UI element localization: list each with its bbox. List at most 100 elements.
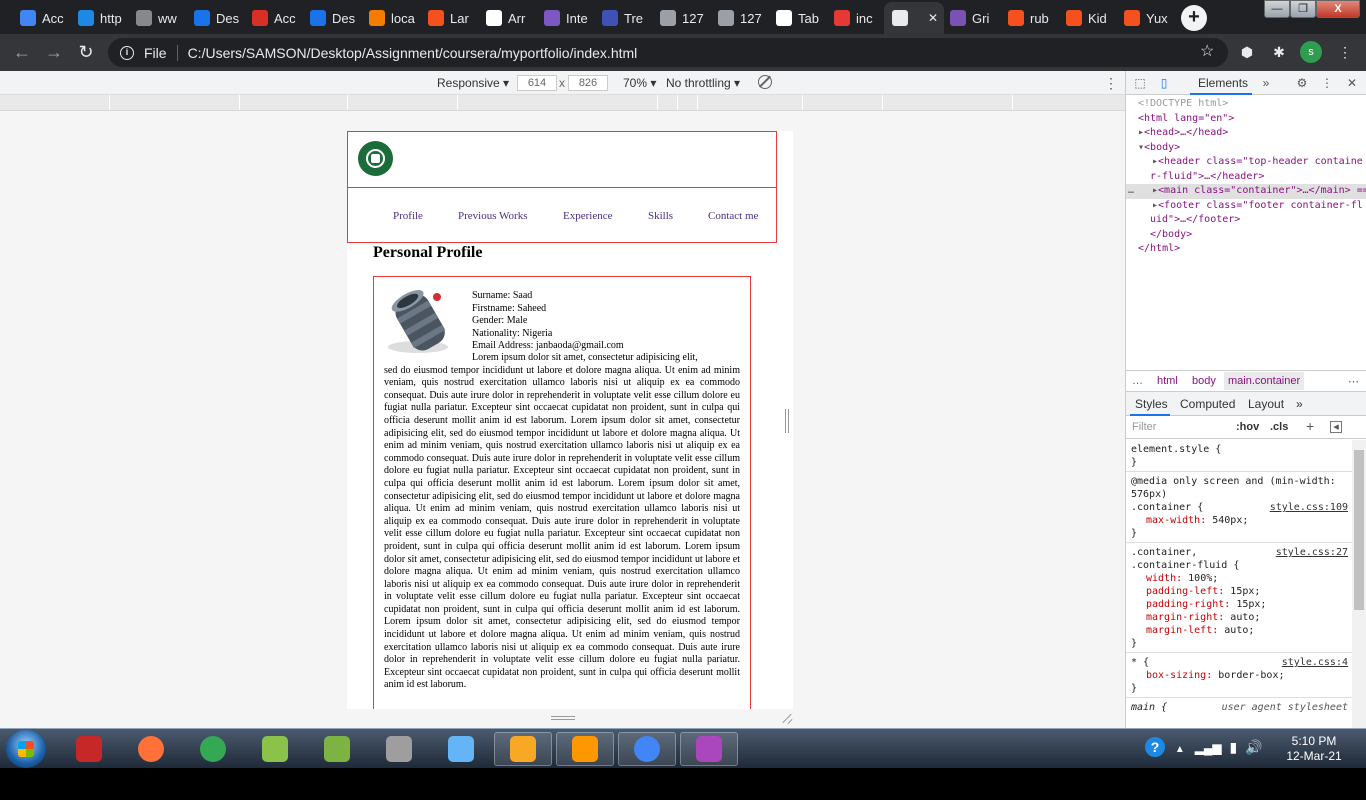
styles-scrollbar-thumb[interactable]: [1354, 450, 1364, 610]
media-query-segment[interactable]: [348, 95, 458, 110]
close-window-button[interactable]: X: [1316, 0, 1360, 18]
close-devtools-icon[interactable]: ✕: [1344, 75, 1360, 91]
breadcrumb-body[interactable]: body: [1192, 375, 1216, 387]
dom-header[interactable]: ▸<header class="top-header containe: [1126, 155, 1366, 170]
media-query-segment[interactable]: [458, 95, 658, 110]
media-query-segment[interactable]: [698, 95, 803, 110]
rule-source-link[interactable]: style.css:4: [1282, 656, 1348, 669]
browser-tab[interactable]: Kid: [1058, 2, 1116, 34]
rotate-disabled-icon[interactable]: [758, 75, 772, 89]
tab-styles[interactable]: Styles: [1135, 397, 1168, 411]
maximize-button[interactable]: ❐: [1290, 0, 1316, 18]
taskbar-app-sublime-text[interactable]: [556, 732, 614, 766]
breadcrumb-more[interactable]: …: [1132, 375, 1143, 387]
browser-tab[interactable]: Acc: [12, 2, 70, 34]
taskbar-app-virtualbox[interactable]: [432, 732, 490, 766]
device-toggle-icon[interactable]: ▯: [1156, 75, 1172, 91]
browser-tab[interactable]: Yux: [1116, 2, 1174, 34]
help-icon[interactable]: ?: [1145, 737, 1165, 757]
browser-tab[interactable]: Arr: [478, 2, 536, 34]
breadcrumb-overflow-icon[interactable]: ⋯: [1348, 375, 1359, 388]
browser-tab[interactable]: ww: [128, 2, 186, 34]
breadcrumb-html[interactable]: html: [1157, 375, 1178, 387]
viewport-width-input[interactable]: 614: [517, 75, 557, 91]
profile-avatar[interactable]: s: [1300, 41, 1322, 63]
media-query-segment[interactable]: [658, 95, 678, 110]
browser-tab[interactable]: inc: [826, 2, 884, 34]
reload-icon[interactable]: ↻: [72, 38, 100, 66]
rule-source-link[interactable]: style.css:109: [1270, 501, 1348, 514]
zoom-dropdown[interactable]: 70% ▾: [623, 76, 656, 90]
forward-arrow-icon[interactable]: →: [40, 38, 68, 66]
dom-body-close[interactable]: </body>: [1126, 228, 1366, 243]
start-button[interactable]: [6, 730, 46, 768]
new-tab-button[interactable]: +: [1181, 5, 1207, 31]
browser-tab[interactable]: 127: [652, 2, 710, 34]
extensions-puzzle-icon[interactable]: ✱: [1270, 43, 1288, 61]
volume-icon[interactable]: 🔊: [1245, 739, 1262, 755]
taskbar-clock[interactable]: 5:10 PM 12-Mar-21: [1274, 734, 1354, 764]
dom-body-open[interactable]: ▾<body>: [1126, 141, 1366, 156]
browser-tab[interactable]: Tab: [768, 2, 826, 34]
tab-computed[interactable]: Computed: [1180, 397, 1235, 411]
device-options-icon[interactable]: ⋮: [1104, 75, 1118, 92]
taskbar-app-file-explorer[interactable]: [494, 732, 552, 766]
css-property[interactable]: margin-left: auto;: [1131, 624, 1347, 637]
cls-toggle[interactable]: .cls: [1270, 421, 1288, 433]
tab-layout[interactable]: Layout: [1248, 397, 1284, 411]
taskbar-app-pen-tool[interactable]: [370, 732, 428, 766]
browser-tab[interactable]: Inte: [536, 2, 594, 34]
css-property[interactable]: box-sizing: border-box;: [1131, 669, 1347, 682]
browser-tab[interactable]: Des: [302, 2, 360, 34]
media-query-segment[interactable]: [240, 95, 348, 110]
taskbar-app-paint[interactable]: [680, 732, 738, 766]
computed-sidebar-icon[interactable]: ◂: [1330, 421, 1342, 433]
inspect-element-icon[interactable]: ⬚: [1132, 75, 1148, 91]
taskbar-app-utility[interactable]: [246, 732, 304, 766]
media-query-segment[interactable]: [803, 95, 883, 110]
dom-html-close[interactable]: </html>: [1126, 242, 1366, 257]
css-property[interactable]: margin-right: auto;: [1131, 611, 1347, 624]
browser-tab[interactable]: rub: [1000, 2, 1058, 34]
media-query-segment[interactable]: [883, 95, 1013, 110]
rule-main-ua[interactable]: main {user agent stylesheet: [1126, 698, 1352, 716]
css-property[interactable]: padding-left: 15px;: [1131, 585, 1347, 598]
browser-menu-icon[interactable]: ⋮: [1336, 43, 1354, 61]
css-property[interactable]: width: 100%;: [1131, 572, 1347, 585]
dom-footer[interactable]: ▸<footer class="footer container-fl: [1126, 199, 1366, 214]
media-query-segment[interactable]: [110, 95, 240, 110]
breadcrumb-main-container[interactable]: main.container: [1224, 372, 1305, 390]
dom-main-selected[interactable]: … ▸<main class="container">…</main> ==: [1126, 184, 1366, 199]
taskbar-app-chrome[interactable]: [184, 732, 242, 766]
device-resize-corner[interactable]: [781, 712, 793, 724]
battery-icon[interactable]: ▮: [1230, 739, 1238, 755]
taskbar-app-chameleon[interactable]: [308, 732, 366, 766]
rule-element-style[interactable]: element.style { }: [1126, 440, 1352, 472]
nav-link-previous-works[interactable]: Previous Works: [458, 210, 528, 222]
taskbar-app-firefox[interactable]: [122, 732, 180, 766]
device-mode-dropdown[interactable]: Responsive ▾: [437, 76, 509, 90]
dom-head[interactable]: ▸<head>…</head>: [1126, 126, 1366, 141]
media-query-segment[interactable]: [0, 95, 110, 110]
add-rule-icon[interactable]: +: [1306, 418, 1314, 434]
tray-expand-icon[interactable]: ▲: [1175, 744, 1185, 755]
css-property[interactable]: max-width: 540px;: [1131, 514, 1347, 527]
tab-elements[interactable]: Elements: [1198, 76, 1248, 90]
back-arrow-icon[interactable]: ←: [8, 38, 36, 66]
rule-container-media[interactable]: @media only screen and (min-width: 576px…: [1126, 472, 1352, 543]
browser-tab[interactable]: http: [70, 2, 128, 34]
browser-tab[interactable]: Lar: [420, 2, 478, 34]
close-tab-icon[interactable]: ✕: [928, 11, 938, 25]
address-bar[interactable]: i File C:/Users/SAMSON/Desktop/Assignmen…: [108, 38, 1228, 67]
taskbar-app-chrome-active[interactable]: [618, 732, 676, 766]
hov-toggle[interactable]: :hov: [1236, 421, 1259, 433]
nav-link-skills[interactable]: Skills: [648, 210, 673, 222]
nav-link-experience[interactable]: Experience: [563, 210, 612, 222]
site-logo[interactable]: [358, 141, 393, 176]
viewport-height-input[interactable]: 826: [568, 75, 608, 91]
settings-gear-icon[interactable]: ⚙: [1294, 75, 1310, 91]
css-property[interactable]: padding-right: 15px;: [1131, 598, 1347, 611]
browser-tab[interactable]: loca: [361, 2, 419, 34]
devtools-menu-icon[interactable]: ⋮: [1319, 75, 1335, 91]
throttling-dropdown[interactable]: No throttling ▾: [666, 76, 740, 90]
